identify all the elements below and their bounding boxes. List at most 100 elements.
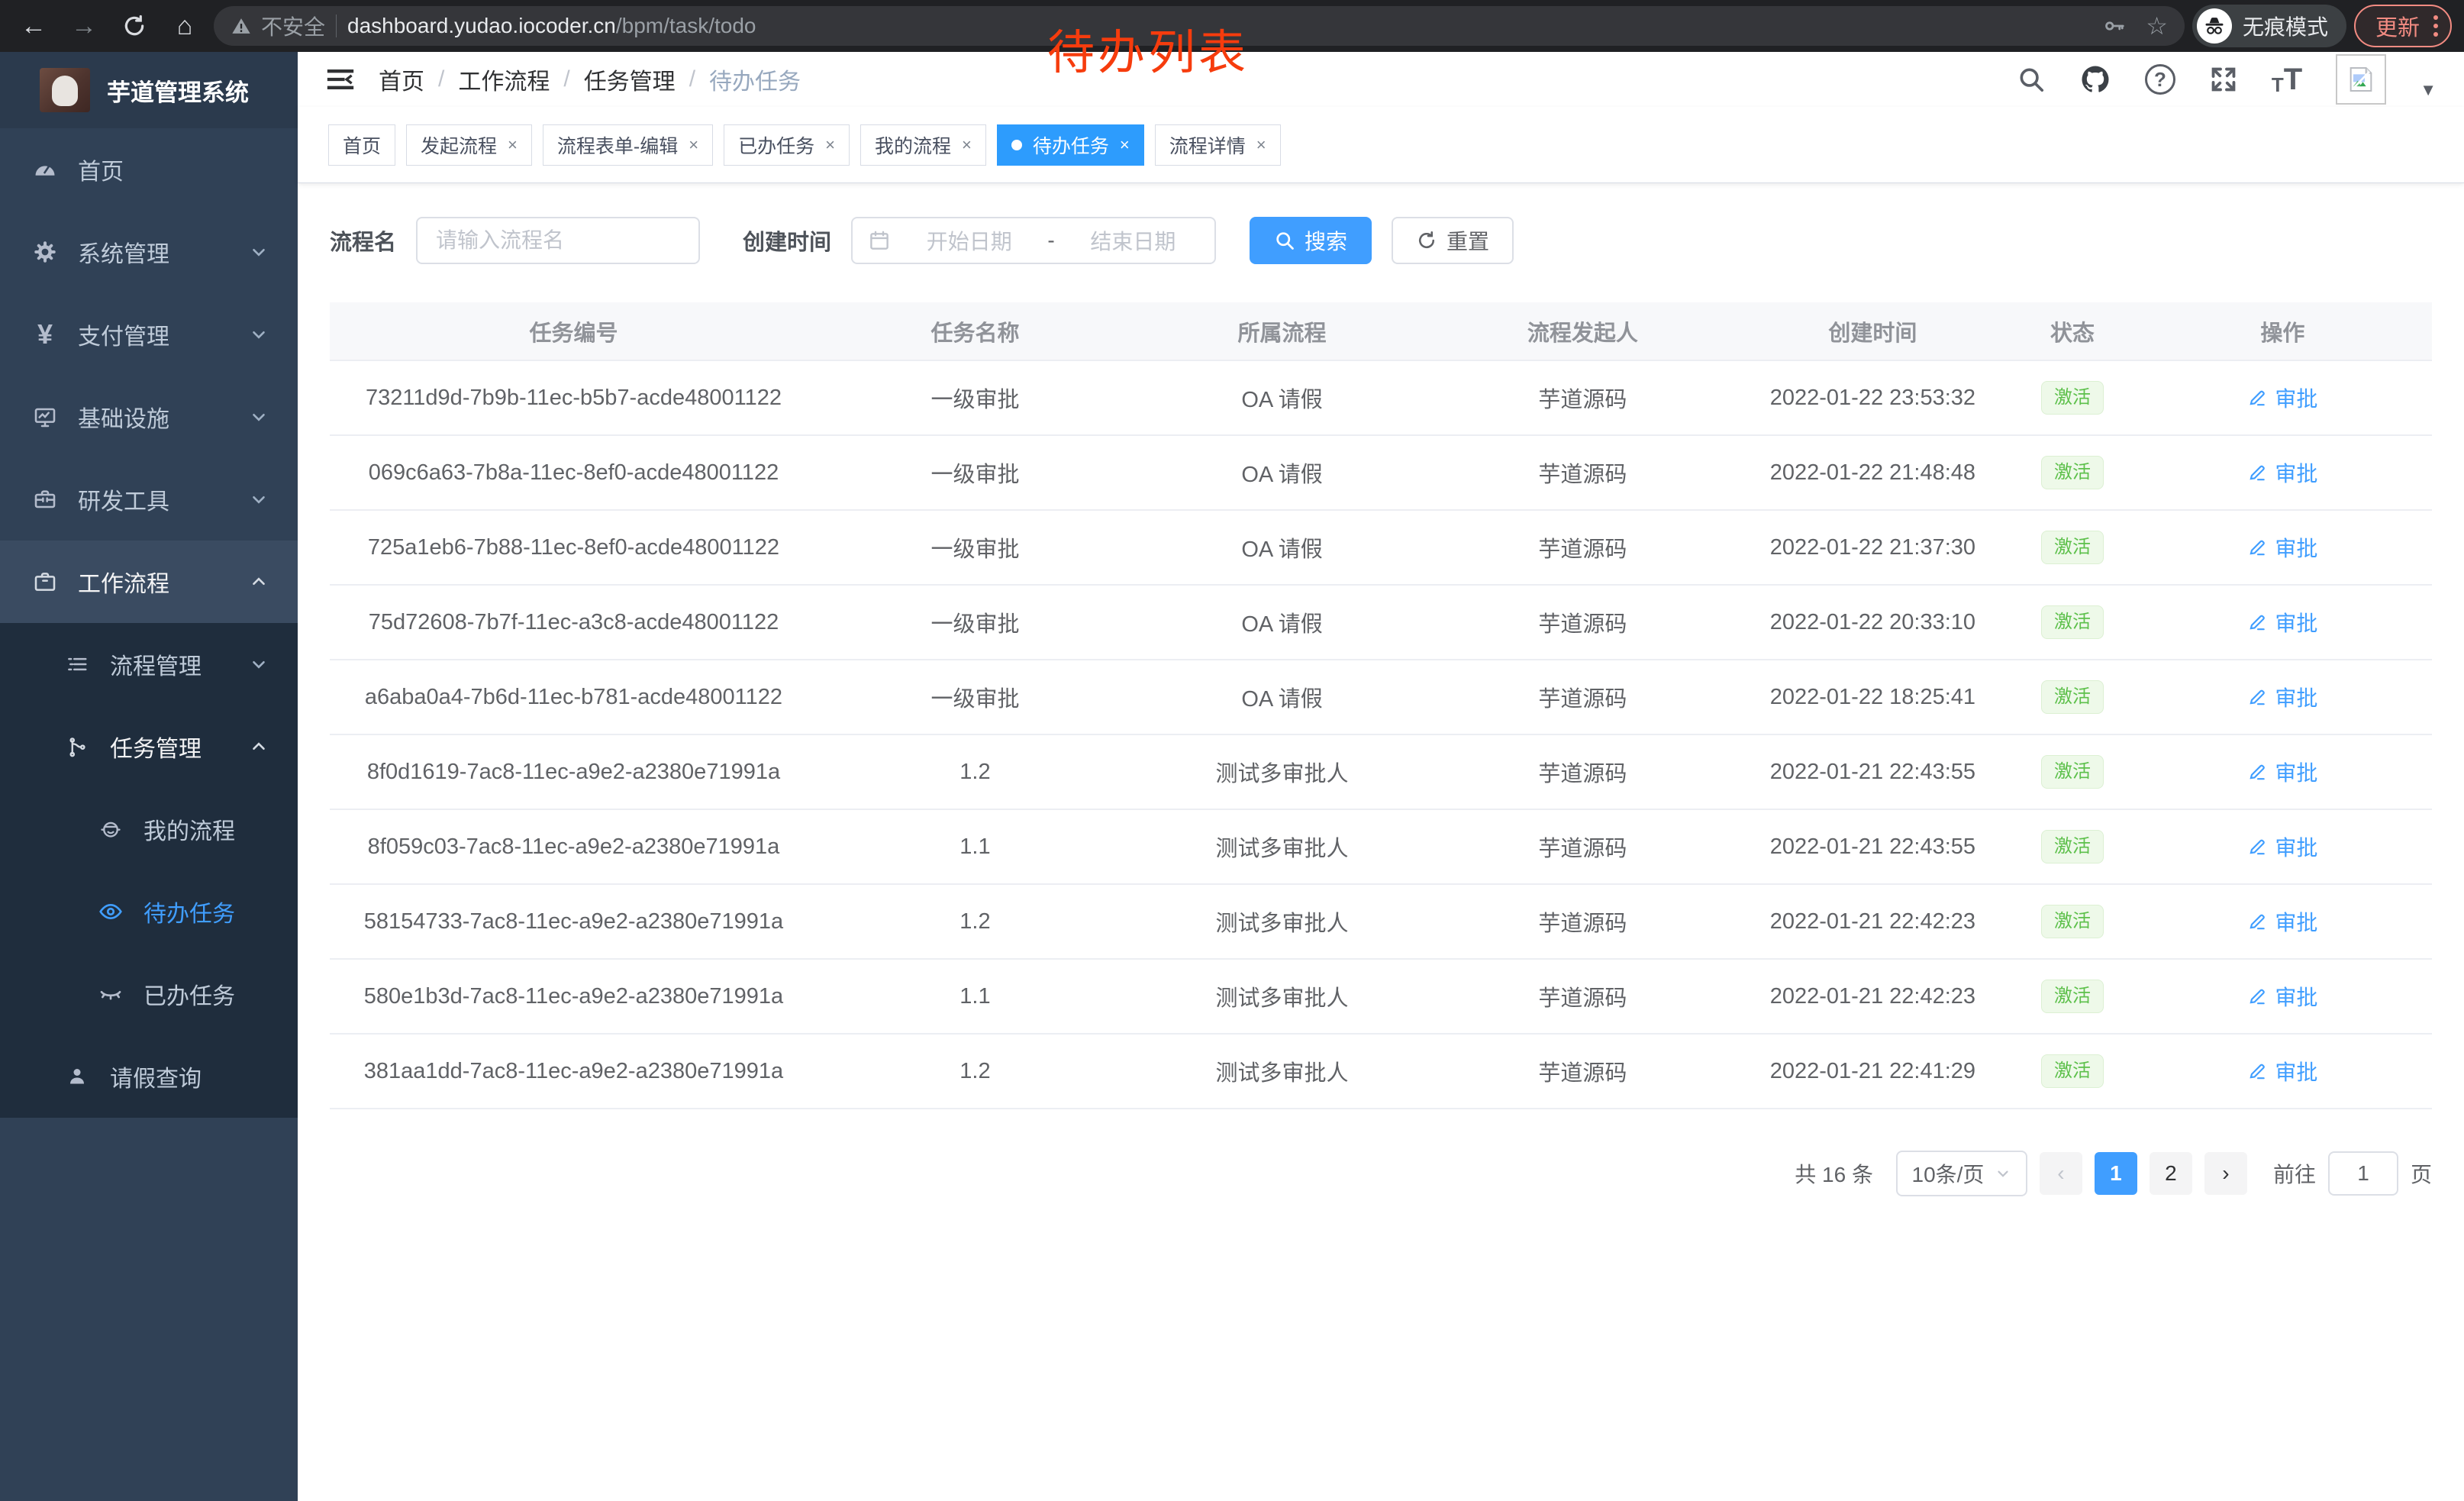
sidebar-item-infrastructure[interactable]: 基础设施: [0, 376, 298, 458]
approve-link[interactable]: 审批: [2247, 831, 2317, 862]
sidebar-item-home[interactable]: 首页: [0, 128, 298, 211]
created-cell: 2022-01-22 21:48:48: [1734, 435, 2012, 510]
font-size-icon[interactable]: TT: [2272, 64, 2302, 95]
dashboard-icon: [32, 157, 58, 182]
date-range-picker[interactable]: 开始日期 - 结束日期: [851, 217, 1216, 264]
close-icon[interactable]: ×: [508, 135, 518, 155]
close-icon[interactable]: ×: [825, 135, 835, 155]
security-indicator[interactable]: 不安全: [231, 11, 325, 41]
reset-button[interactable]: 重置: [1392, 217, 1514, 264]
col-initiator: 流程发起人: [1431, 302, 1734, 360]
start-date-placeholder: 开始日期: [903, 225, 1035, 256]
process-name-label: 流程名: [330, 224, 396, 257]
task-id-cell: 069c6a63-7b8a-11ec-8ef0-acde48001122: [330, 435, 818, 510]
logo-image: [40, 68, 90, 112]
browser-back-button[interactable]: ←: [12, 5, 55, 47]
initiator-cell: 芋道源码: [1431, 435, 1734, 510]
browser-forward-button[interactable]: →: [63, 5, 105, 47]
breadcrumb-workflow[interactable]: 工作流程: [458, 63, 550, 96]
tab-process-form-edit[interactable]: 流程表单-编辑 ×: [543, 124, 713, 166]
close-icon[interactable]: ×: [1120, 135, 1130, 155]
status-badge: 激活: [2041, 456, 2104, 490]
task-id-cell: 8f059c03-7ac8-11ec-a9e2-a2380e71991a: [330, 809, 818, 884]
process-cell: 测试多审批人: [1133, 1034, 1431, 1109]
sidebar-item-leave-query[interactable]: 请假查询: [0, 1035, 298, 1118]
approve-link[interactable]: 审批: [2247, 757, 2317, 787]
reload-icon: [122, 14, 147, 38]
tags-view-bar: 首页 发起流程 × 流程表单-编辑 × 已办任务 × 我的流程 × 待办任务 ×: [298, 107, 2464, 183]
sidebar-item-workflow[interactable]: 工作流程: [0, 541, 298, 623]
avatar-caret-icon[interactable]: ▼: [2420, 80, 2437, 100]
bookmark-star-icon[interactable]: ☆: [2146, 11, 2168, 40]
tab-process-detail[interactable]: 流程详情 ×: [1155, 124, 1281, 166]
close-icon[interactable]: ×: [962, 135, 972, 155]
key-icon[interactable]: [2103, 15, 2126, 37]
table-row: 381aa1dd-7ac8-11ec-a9e2-a2380e71991a 1.2…: [330, 1034, 2432, 1109]
browser-menu-icon[interactable]: [2433, 15, 2438, 37]
avatar[interactable]: [2336, 54, 2386, 105]
created-cell: 2022-01-21 22:43:55: [1734, 734, 2012, 809]
search-icon[interactable]: [2017, 65, 2046, 94]
approve-link[interactable]: 审批: [2247, 532, 2317, 563]
goto-unit-label: 页: [2411, 1158, 2432, 1189]
process-name-input[interactable]: [416, 217, 700, 264]
sidebar-item-devtools[interactable]: 研发工具: [0, 458, 298, 541]
hamburger-icon[interactable]: [325, 64, 356, 95]
table-row: 75d72608-7b7f-11ec-a3c8-acde48001122 一级审…: [330, 585, 2432, 660]
github-icon[interactable]: [2079, 63, 2111, 95]
eye-icon: [98, 899, 124, 924]
page-size-select[interactable]: 10条/页: [1896, 1151, 2027, 1196]
edit-pen-icon: [2247, 537, 2267, 557]
help-icon[interactable]: ?: [2145, 64, 2175, 95]
app-logo[interactable]: 芋道管理系统: [0, 52, 298, 128]
approve-link[interactable]: 审批: [2247, 383, 2317, 413]
close-icon[interactable]: ×: [689, 135, 698, 155]
col-actions: 操作: [2133, 302, 2432, 360]
approve-link[interactable]: 审批: [2247, 607, 2317, 638]
sidebar-item-process-management[interactable]: 流程管理: [0, 623, 298, 705]
approve-link[interactable]: 审批: [2247, 981, 2317, 1012]
page-1-button[interactable]: 1: [2095, 1152, 2137, 1195]
created-cell: 2022-01-21 22:41:29: [1734, 1034, 2012, 1109]
goto-page-input[interactable]: [2328, 1151, 2398, 1196]
chevron-down-icon: [249, 489, 269, 509]
approve-link[interactable]: 审批: [2247, 682, 2317, 712]
approve-link[interactable]: 审批: [2247, 457, 2317, 488]
update-button[interactable]: 更新: [2354, 5, 2452, 47]
workflow-submenu: 流程管理 任务管理: [0, 623, 298, 1118]
sidebar-item-my-process[interactable]: 我的流程: [0, 788, 298, 870]
created-cell: 2022-01-22 21:37:30: [1734, 510, 2012, 585]
approve-link[interactable]: 审批: [2247, 1056, 2317, 1086]
browser-reload-button[interactable]: [113, 5, 156, 47]
status-badge: 激活: [2041, 830, 2104, 864]
sidebar-item-task-management[interactable]: 任务管理: [0, 705, 298, 788]
tab-todo-tasks[interactable]: 待办任务 ×: [997, 124, 1144, 166]
sidebar-item-done-tasks[interactable]: 已办任务: [0, 953, 298, 1035]
prev-page-button[interactable]: ‹: [2040, 1152, 2082, 1195]
tab-home[interactable]: 首页: [328, 124, 395, 166]
next-page-button[interactable]: ›: [2204, 1152, 2247, 1195]
status-badge: 激活: [2041, 381, 2104, 415]
edit-pen-icon: [2247, 1061, 2267, 1081]
initiator-cell: 芋道源码: [1431, 959, 1734, 1034]
sidebar-item-todo-tasks[interactable]: 待办任务: [0, 870, 298, 953]
initiator-cell: 芋道源码: [1431, 510, 1734, 585]
breadcrumb-task-management[interactable]: 任务管理: [584, 63, 676, 96]
sidebar-item-payment[interactable]: ¥ 支付管理: [0, 293, 298, 376]
close-icon[interactable]: ×: [1256, 135, 1266, 155]
search-button[interactable]: 搜索: [1250, 217, 1372, 264]
page-2-button[interactable]: 2: [2150, 1152, 2192, 1195]
browser-home-button[interactable]: ⌂: [163, 5, 206, 47]
process-cell: OA 请假: [1133, 510, 1431, 585]
tab-done-tasks[interactable]: 已办任务 ×: [724, 124, 850, 166]
approve-link[interactable]: 审批: [2247, 906, 2317, 937]
fullscreen-icon[interactable]: [2209, 65, 2238, 94]
sidebar-item-system[interactable]: 系统管理: [0, 211, 298, 293]
active-tab-dot: [1011, 140, 1022, 150]
breadcrumb-home[interactable]: 首页: [379, 63, 424, 96]
address-bar[interactable]: 不安全 dashboard.yudao.iocoder.cn/bpm/task/…: [214, 6, 2185, 46]
pagination: 共 16 条 10条/页 ‹ 1 2 › 前往 页: [330, 1151, 2432, 1196]
task-id-cell: a6aba0a4-7b6d-11ec-b781-acde48001122: [330, 660, 818, 734]
tab-my-process[interactable]: 我的流程 ×: [860, 124, 986, 166]
tab-start-process[interactable]: 发起流程 ×: [406, 124, 532, 166]
